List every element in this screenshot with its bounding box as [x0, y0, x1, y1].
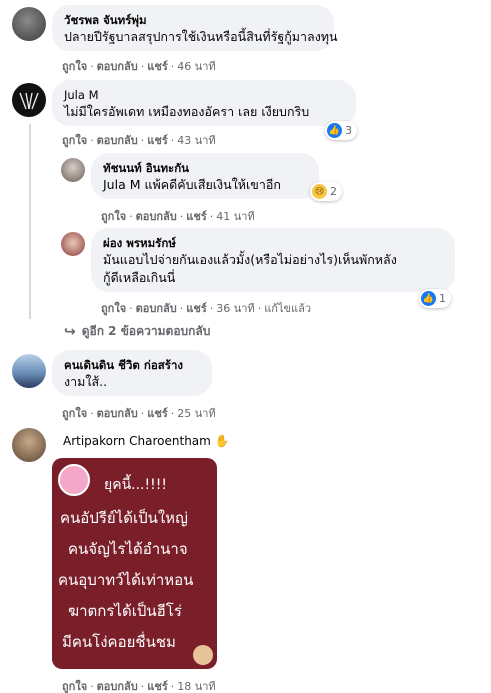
reaction-count[interactable]: 👍 1	[419, 289, 451, 308]
reply-button[interactable]: ตอบกลับ	[136, 302, 177, 315]
timestamp[interactable]: 25 นาที	[177, 407, 215, 420]
poster-text: ฆาตกรได้เป็นฮีโร่	[68, 602, 182, 620]
comment-actions: ถูกใจ · ตอบกลับ · แชร์ · 36 นาที · แก้ไขแล้ว	[101, 302, 311, 315]
reply-button[interactable]: ตอบกลับ	[97, 134, 138, 147]
comment-image[interactable]: ยุคนี้...!!!! คนอัปรีย์ได้เป็นใหญ่ คนจัญ…	[52, 458, 217, 669]
like-button[interactable]: ถูกใจ	[62, 60, 87, 73]
like-reaction-icon: 👍	[327, 123, 342, 138]
comment-actions: ถูกใจ · ตอบกลับ · แชร์ · 43 นาที	[62, 134, 216, 147]
timestamp[interactable]: 41 นาที	[216, 210, 254, 223]
poster-text: คนจัญไรได้อำนาจ	[68, 540, 188, 558]
commenter-name[interactable]: Artipakorn Charoentham	[63, 433, 211, 449]
comment-text: ไม่มีใครอัพเดท เหมืองทองอัครา เลย เงียบก…	[64, 104, 310, 119]
share-button[interactable]: แชร์	[147, 680, 167, 693]
like-button[interactable]: ถูกใจ	[101, 302, 126, 315]
reply-arrow-icon: ↪	[64, 323, 76, 340]
comment-actions: ถูกใจ · ตอบกลับ · แชร์ · 46 นาที	[62, 60, 216, 73]
commenter-name-row: Artipakorn Charoentham ✋	[63, 433, 230, 449]
comment-bubble: Jula M ไม่มีใครอัพเดท เหมืองทองอัครา เลย…	[52, 80, 356, 126]
share-button[interactable]: แชร์	[186, 210, 206, 223]
reaction-count[interactable]: 👍 3	[325, 121, 357, 140]
like-button[interactable]: ถูกใจ	[62, 680, 87, 693]
like-button[interactable]: ถูกใจ	[62, 134, 87, 147]
avatar[interactable]	[12, 7, 46, 41]
cartoon-character-icon	[58, 464, 90, 496]
comment-bubble: คนเดินดิน ชีวิต ก่อสร้าง งามใส้..	[52, 350, 212, 396]
commenter-name[interactable]: ทัชนนท์ อินทะกัน	[103, 160, 307, 176]
like-button[interactable]: ถูกใจ	[101, 210, 126, 223]
comment-bubble: วัชรพล จันทร์พุ่ม ปลายปีรัฐบาลสรุปการใช้…	[52, 5, 338, 51]
comment-text: กู้ดีเหลือเกินนี่	[103, 270, 176, 285]
reply-button[interactable]: ตอบกลับ	[97, 60, 138, 73]
reply-button[interactable]: ตอบกลับ	[97, 680, 138, 693]
comment-text: มันแอบไปจ่ายกันเองแล้วมั้ง(หรือไม่อย่างไ…	[103, 252, 397, 267]
comment-bubble: ทัชนนท์ อินทะกัน Jula M แพ้คดีคับเสียเงิ…	[91, 153, 319, 199]
like-reaction-icon: 👍	[421, 291, 436, 306]
commenter-name[interactable]: Jula M	[64, 87, 344, 103]
share-button[interactable]: แชร์	[186, 302, 206, 315]
commenter-name[interactable]: คนเดินดิน ชีวิต ก่อสร้าง	[64, 357, 200, 373]
small-character-icon	[193, 645, 213, 665]
wave-hand-icon: ✋	[214, 434, 230, 448]
like-button[interactable]: ถูกใจ	[62, 407, 87, 420]
comment-text: งามใส้..	[64, 374, 108, 389]
comment-text: ปลายปีรัฐบาลสรุปการใช้เงินหรือนี้สินที่ร…	[64, 29, 338, 44]
share-button[interactable]: แชร์	[147, 60, 167, 73]
reaction-count[interactable]: 😢 2	[310, 182, 342, 201]
timestamp[interactable]: 36 นาที	[216, 302, 254, 315]
share-button[interactable]: แชร์	[147, 134, 167, 147]
avatar[interactable]	[12, 428, 46, 462]
timestamp[interactable]: 43 นาที	[177, 134, 215, 147]
avatar[interactable]	[61, 158, 85, 182]
timestamp[interactable]: 46 นาที	[177, 60, 215, 73]
comment-text: Jula M แพ้คดีคับเสียเงินให้เขาอีก	[103, 177, 281, 192]
comment-actions: ถูกใจ · ตอบกลับ · แชร์ · 25 นาที	[62, 407, 216, 420]
poster-text: คนอุบาทว์ได้เท่าหอน	[58, 571, 194, 589]
view-more-replies-link[interactable]: ↪ ดูอีก 2 ข้อความตอบกลับ	[64, 322, 210, 341]
share-button[interactable]: แชร์	[147, 407, 167, 420]
edited-label[interactable]: แก้ไขแล้ว	[264, 302, 311, 315]
sad-reaction-icon: 😢	[312, 184, 327, 199]
poster-text: มีคนโง่คอยชื่นชม	[62, 633, 176, 651]
avatar[interactable]	[61, 232, 85, 256]
comment-bubble: ผ่อง พรหมรักษ์ มันแอบไปจ่ายกันเองแล้วมั้…	[91, 228, 455, 292]
avatar[interactable]	[12, 83, 46, 117]
reply-button[interactable]: ตอบกลับ	[97, 407, 138, 420]
reply-thread-line	[29, 124, 31, 319]
poster-text: ยุคนี้...!!!!	[104, 477, 167, 493]
avatar[interactable]	[12, 354, 46, 388]
commenter-name[interactable]: ผ่อง พรหมรักษ์	[103, 235, 443, 251]
commenter-name[interactable]: วัชรพล จันทร์พุ่ม	[64, 12, 322, 28]
comment-actions: ถูกใจ · ตอบกลับ · แชร์ · 41 นาที	[101, 210, 255, 223]
comment-actions: ถูกใจ · ตอบกลับ · แชร์ · 18 นาที	[62, 680, 216, 693]
timestamp[interactable]: 18 นาที	[177, 680, 215, 693]
poster-text: คนอัปรีย์ได้เป็นใหญ่	[60, 509, 188, 527]
reply-button[interactable]: ตอบกลับ	[136, 210, 177, 223]
